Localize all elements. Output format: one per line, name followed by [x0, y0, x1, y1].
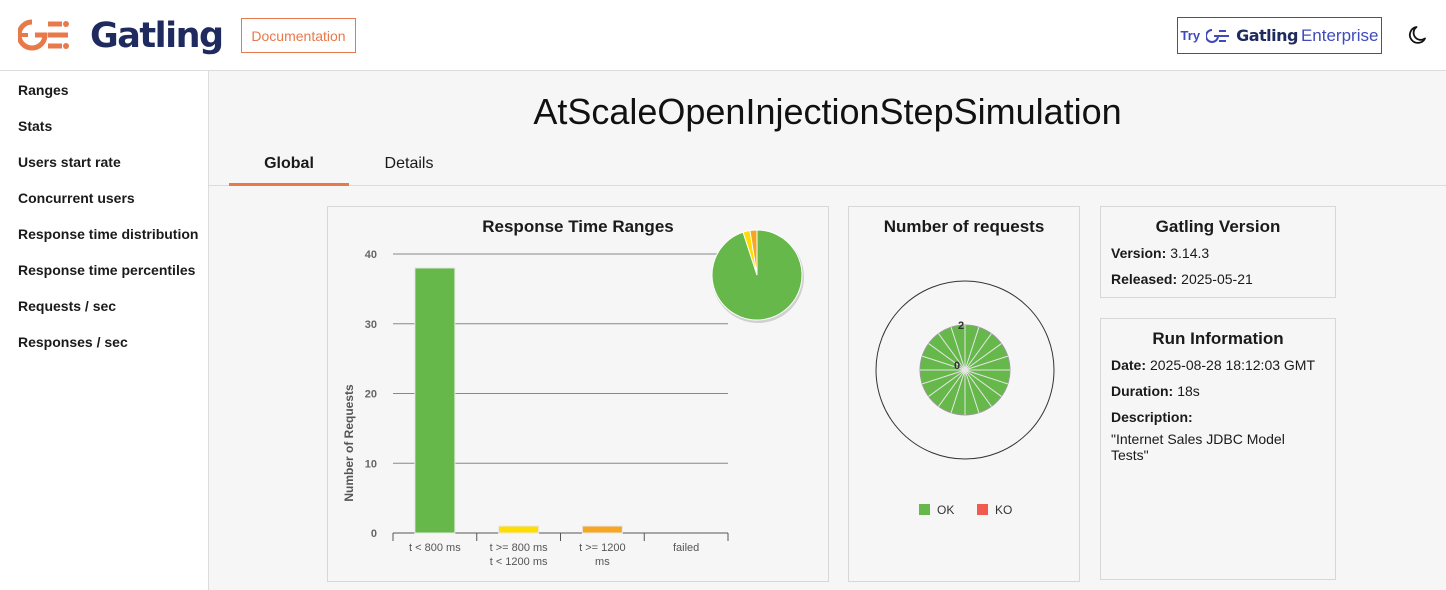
- active-tab-indicator: [229, 183, 349, 186]
- y-tick-label: 10: [365, 458, 377, 470]
- x-tick-label: t >= 800 ms: [490, 542, 549, 554]
- bar: [498, 525, 540, 534]
- date-row: Date: 2025-08-28 18:12:03 GMT: [1111, 357, 1315, 373]
- version-value: 3.14.3: [1170, 245, 1210, 261]
- legend-swatch: [919, 504, 930, 515]
- radial-tick-label: 2: [958, 320, 964, 332]
- x-tick-label: t >= 1200: [579, 542, 626, 554]
- try-enterprise-button[interactable]: Try Gatling Enterprise: [1177, 17, 1382, 54]
- duration-label: Duration:: [1111, 383, 1174, 399]
- enterprise-label: Enterprise: [1300, 25, 1379, 45]
- bar: [414, 267, 456, 534]
- documentation-button[interactable]: Documentation: [241, 18, 356, 53]
- legend-label: KO: [995, 503, 1012, 517]
- y-tick-label: 40: [365, 249, 377, 261]
- sidebar-item-response-time-percentiles[interactable]: Response time percentiles: [18, 262, 195, 278]
- duration-value: 18s: [1177, 383, 1200, 399]
- x-tick-label: t < 800 ms: [409, 542, 461, 554]
- run-information-card: Run Information Date: 2025-08-28 18:12:03…: [1100, 318, 1336, 580]
- released-row: Released: 2025-05-21: [1111, 271, 1253, 287]
- x-tick-label: t < 1200 ms: [490, 556, 548, 568]
- ranges-chart: Number of Requests 0 10 20 30 40 t < 800 ms t …: [342, 229, 804, 568]
- version-row: Version: 3.14.3: [1111, 245, 1209, 261]
- response-time-ranges-card: Response Time Ranges Number of Requests …: [327, 206, 829, 582]
- gatling-logo[interactable]: Gatling: [18, 14, 224, 58]
- gatling-small-logo-icon: [1206, 28, 1230, 43]
- y-tick-label: 20: [365, 389, 377, 401]
- radial-tick-label: 0: [954, 360, 960, 372]
- sidebar-item-concurrent-users[interactable]: Concurrent users: [18, 190, 135, 206]
- gatling-version-card: Gatling Version Version: 3.14.3 Released:…: [1100, 206, 1336, 298]
- sidebar-item-ranges[interactable]: Ranges: [18, 82, 69, 98]
- enterprise-gatling-label: Gatling: [1236, 26, 1298, 45]
- y-tick-label: 0: [371, 528, 377, 540]
- tabs-divider: [209, 185, 1446, 186]
- sidebar-item-stats[interactable]: Stats: [18, 118, 52, 134]
- run-info-title: Run Information: [1152, 329, 1284, 348]
- bar: [581, 525, 623, 534]
- description-label: Description:: [1111, 409, 1193, 425]
- sidebar-item-requests-per-sec[interactable]: Requests / sec: [18, 298, 116, 314]
- description-row: Description:: [1111, 409, 1197, 425]
- date-value: 2025-08-28 18:12:03 GMT: [1150, 357, 1316, 373]
- legend-label: OK: [937, 503, 954, 517]
- ranges-ylabel: Number of Requests: [342, 384, 356, 502]
- sidebar-item-response-time-distribution[interactable]: Response time distribution: [18, 226, 198, 242]
- sidebar-item-responses-per-sec[interactable]: Responses / sec: [18, 334, 128, 350]
- number-of-requests-card: Number of requests 2 0 OK KO: [848, 206, 1080, 582]
- x-tick-label: failed: [673, 542, 699, 554]
- tab-global[interactable]: Global: [229, 155, 349, 173]
- released-value: 2025-05-21: [1181, 271, 1253, 287]
- sidebar: Ranges Stats Users start rate Concurrent…: [0, 71, 209, 590]
- requests-chart: 2 0 OK KO: [875, 280, 1055, 517]
- version-label: Version:: [1111, 245, 1167, 261]
- gatling-version-title: Gatling Version: [1155, 217, 1281, 236]
- main-content: AtScaleOpenInjectionStepSimulation Globa…: [209, 71, 1446, 590]
- dark-mode-toggle-icon[interactable]: [1406, 23, 1430, 47]
- description-value: "Internet Sales JDBC Model Tests": [1111, 431, 1285, 463]
- x-tick-label: ms: [595, 556, 610, 568]
- try-label: Try: [1180, 28, 1201, 43]
- date-label: Date:: [1111, 357, 1147, 373]
- duration-row: Duration: 18s: [1111, 383, 1200, 399]
- tab-details[interactable]: Details: [369, 155, 449, 173]
- released-label: Released:: [1111, 271, 1178, 287]
- sidebar-item-users-start-rate[interactable]: Users start rate: [18, 154, 121, 170]
- simulation-title: AtScaleOpenInjectionStepSimulation: [533, 91, 1122, 132]
- gatling-logo-icon: [18, 19, 69, 51]
- y-tick-label: 30: [365, 319, 377, 331]
- legend-swatch: [977, 504, 988, 515]
- top-bar: Gatling Documentation Try Gatling Enterp…: [0, 0, 1446, 71]
- logo-text: Gatling: [90, 16, 224, 56]
